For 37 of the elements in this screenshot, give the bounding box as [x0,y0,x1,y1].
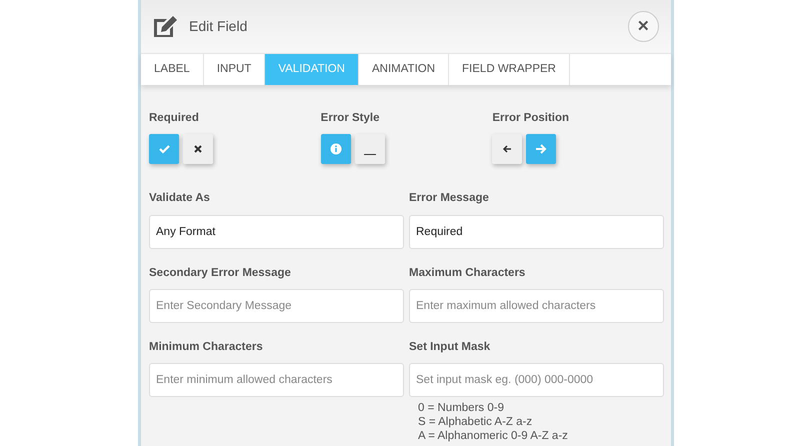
toggle-button[interactable] [354,134,385,164]
tab[interactable]: ANIMATION [358,54,450,85]
tab[interactable]: FIELD WRAPPER [449,54,570,85]
field-label: Error Style [320,111,380,126]
field-label: Minimum Characters [149,340,264,355]
window-title: Edit Field [189,17,248,36]
input-field[interactable]: Enter Secondary Message [149,288,404,323]
toggle-button[interactable] [320,134,351,164]
input-field[interactable]: Set input mask eg. (000) 000-0000 [409,363,664,397]
edit-icon [152,14,179,38]
tab[interactable]: LABEL [141,54,204,85]
field-label: Maximum Characters [409,266,526,280]
field-label: Validate As [149,191,211,206]
field-label: Error Position [492,111,570,126]
hint-text: 0 = Numbers 0-9 [417,401,505,415]
arrow-right-icon [535,143,548,156]
field-label: Required [149,111,200,126]
input-field[interactable]: Enter minimum allowed characters [149,363,404,397]
check-icon [158,143,170,156]
field-label: Secondary Error Message [149,266,292,280]
field-label: Error Message [409,191,490,206]
toggle-button[interactable] [149,134,179,164]
input-field[interactable]: Enter maximum allowed characters [409,288,664,323]
toggle-button[interactable] [526,134,556,164]
tab[interactable]: INPUT [204,54,266,85]
hint-text: A = Alphanomeric 0-9 A-Z a-z [417,429,569,443]
input-field[interactable]: Any Format [149,214,404,248]
arrow-left-icon [501,143,514,156]
toggle-button[interactable] [183,134,213,164]
input-field[interactable]: Required [409,214,664,248]
toggle-button[interactable] [492,134,522,164]
hint-text: S = Alphabetic A-Z a-z [417,415,534,429]
field-label: Set Input Mask [409,340,492,355]
close-icon [192,143,204,156]
underline-icon [364,154,376,155]
info-icon [330,143,342,156]
close-button[interactable]: ✕ [628,11,659,42]
